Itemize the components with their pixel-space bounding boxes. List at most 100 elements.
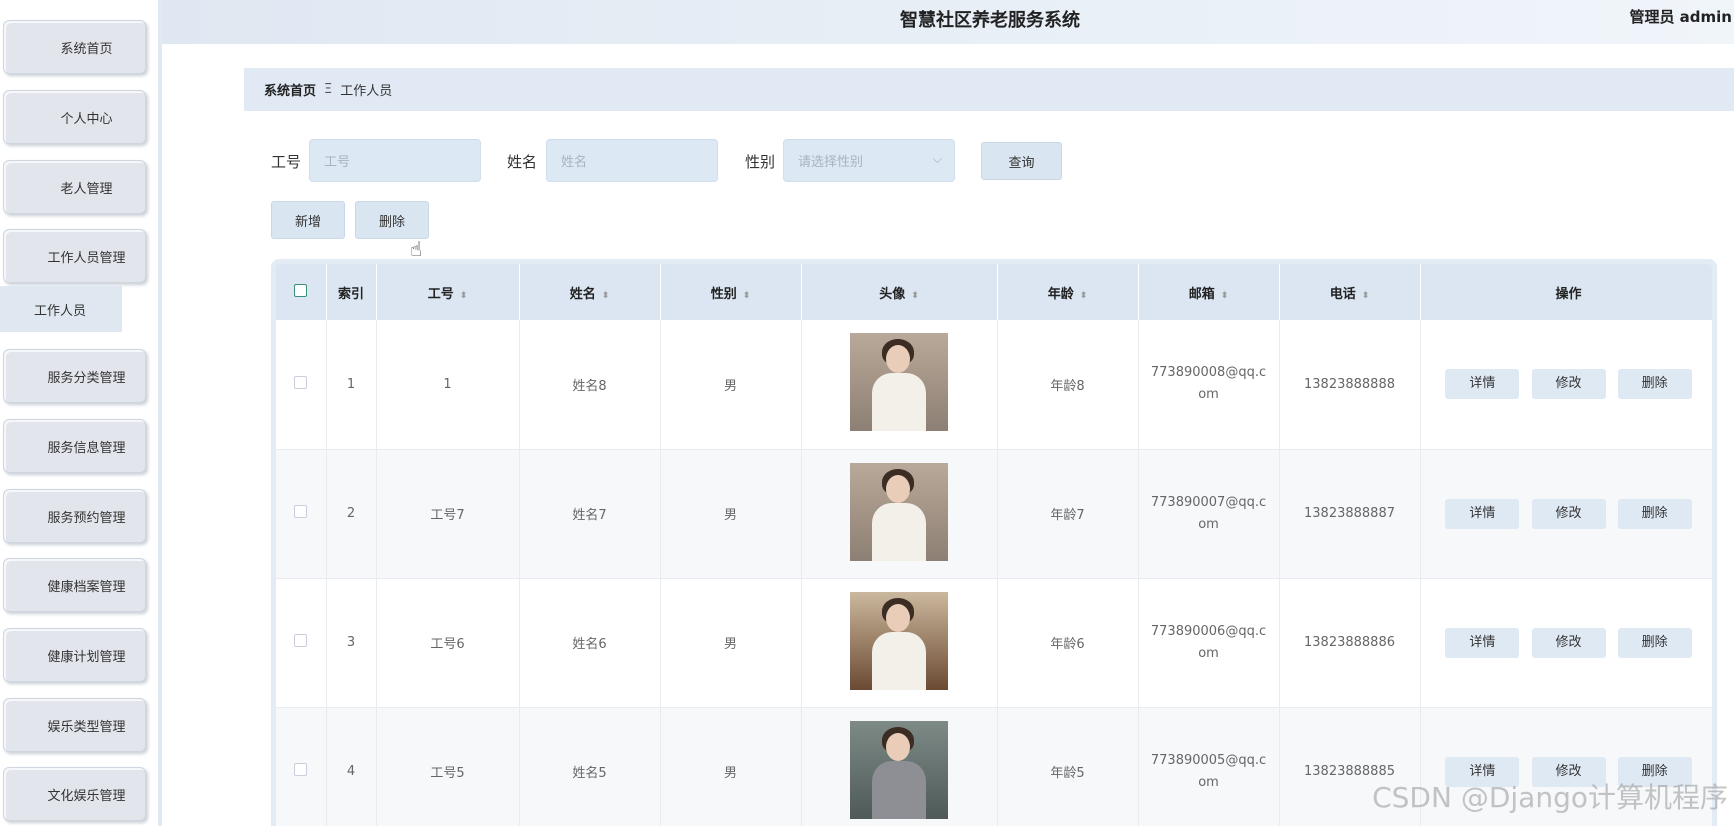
row-delete-button[interactable]: 删除: [1617, 627, 1692, 658]
row-delete-button[interactable]: 删除: [1617, 369, 1692, 400]
cell-email: 773890008@qq.com: [1150, 365, 1267, 403]
cell-age: 年龄8: [997, 320, 1139, 450]
row-checkbox[interactable]: [294, 505, 308, 518]
sidebar-item-home[interactable]: 系统首页: [3, 20, 146, 74]
sort-icon[interactable]: ⬍: [1080, 291, 1088, 301]
table-row: 2 工号7 姓名7 男 年龄7 773890007@qq.com 1382388…: [276, 449, 1712, 579]
delete-button[interactable]: 删除: [355, 201, 429, 239]
column-header-email[interactable]: 邮箱 ⬍: [1138, 264, 1280, 320]
cell-index: 3: [326, 578, 377, 708]
cell-phone: 13823888887: [1279, 449, 1421, 579]
cell-email: 773890006@qq.com: [1150, 623, 1267, 661]
cell-name: 姓名6: [519, 578, 661, 708]
table-row: 1 1 姓名8 男 年龄8 773890008@qq.com 138238888…: [276, 320, 1712, 450]
edit-button[interactable]: 修改: [1531, 498, 1606, 529]
sidebar-item-service-booking[interactable]: 服务预约管理: [3, 489, 146, 543]
name-search-placeholder: 姓名: [561, 155, 588, 170]
id-label: 工号: [271, 153, 302, 171]
table-row: 3 工号6 姓名6 男 年龄6 773890006@qq.com 1382388…: [276, 578, 1712, 708]
sidebar-item-personal-center[interactable]: 个人中心: [3, 90, 146, 144]
cell-gender: 男: [660, 707, 802, 826]
name-label: 姓名: [507, 153, 538, 171]
cell-gender: 男: [660, 320, 802, 450]
select-all-checkbox[interactable]: [294, 283, 308, 297]
column-header-index: 索引: [326, 264, 377, 320]
avatar[interactable]: [850, 591, 948, 690]
column-header-avatar[interactable]: 头像 ⬍: [801, 264, 998, 320]
avatar[interactable]: [850, 333, 948, 432]
breadcrumb-separator-icon: Ξ: [324, 82, 333, 97]
cell-phone: 13823888888: [1279, 320, 1421, 450]
staff-table: 索引 工号 ⬍ 姓名 ⬍ 性别 ⬍ 头像 ⬍ 年龄 ⬍ 邮箱 ⬍ 电话 ⬍ 操作 1 1 姓名…: [271, 259, 1717, 826]
column-header-age[interactable]: 年龄 ⬍: [997, 264, 1139, 320]
detail-button[interactable]: 详情: [1445, 498, 1520, 529]
cell-index: 4: [326, 707, 377, 826]
avatar[interactable]: [850, 462, 948, 561]
chevron-down-icon: ⌵: [932, 152, 942, 166]
avatar[interactable]: [850, 720, 948, 819]
sidebar-item-entertainment-type[interactable]: 娱乐类型管理: [3, 698, 146, 752]
column-header-gender[interactable]: 性别 ⬍: [660, 264, 802, 320]
watermark: CSDN @Django计算机程序: [1372, 781, 1728, 814]
detail-button[interactable]: 详情: [1445, 369, 1520, 400]
gender-select-placeholder: 请选择性别: [798, 155, 864, 170]
gender-select[interactable]: 请选择性别 ⌵: [783, 139, 955, 182]
cell-id: 工号7: [376, 449, 520, 579]
cell-index: 1: [326, 320, 377, 450]
sort-icon[interactable]: ⬍: [602, 291, 610, 301]
cell-name: 姓名5: [519, 707, 661, 826]
column-header-name[interactable]: 姓名 ⬍: [519, 264, 661, 320]
add-button[interactable]: 新增: [271, 201, 345, 239]
row-checkbox[interactable]: [294, 634, 308, 647]
select-all-cell: [276, 264, 327, 320]
column-header-actions: 操作: [1420, 264, 1712, 320]
breadcrumb: 系统首页 Ξ 工作人员: [244, 68, 1734, 111]
column-header-phone[interactable]: 电话 ⬍: [1279, 264, 1421, 320]
cell-age: 年龄7: [997, 449, 1139, 579]
cell-id: 工号5: [376, 707, 520, 826]
row-delete-button[interactable]: 删除: [1617, 498, 1692, 529]
id-search-placeholder: 工号: [324, 155, 351, 170]
sidebar-item-health-records[interactable]: 健康档案管理: [3, 558, 146, 612]
column-header-id[interactable]: 工号 ⬍: [376, 264, 520, 320]
id-search-input[interactable]: 工号: [309, 139, 481, 182]
sidebar-subitem-staff[interactable]: 工作人员: [0, 286, 122, 332]
cell-name: 姓名7: [519, 449, 661, 579]
cell-gender: 男: [660, 449, 802, 579]
row-checkbox[interactable]: [294, 763, 308, 776]
edit-button[interactable]: 修改: [1531, 369, 1606, 400]
breadcrumb-home[interactable]: 系统首页: [264, 80, 316, 99]
cell-name: 姓名8: [519, 320, 661, 450]
row-checkbox[interactable]: [294, 375, 308, 389]
top-header: 智慧社区养老服务系统 管理员 admin: [162, 0, 1734, 44]
sidebar-item-health-plan[interactable]: 健康计划管理: [3, 628, 146, 682]
cell-id: 工号6: [376, 578, 520, 708]
name-search-input[interactable]: 姓名: [546, 139, 718, 182]
cell-phone: 13823888886: [1279, 578, 1421, 708]
sort-icon[interactable]: ⬍: [460, 291, 468, 301]
cell-index: 2: [326, 449, 377, 579]
sidebar-item-staff[interactable]: 工作人员管理: [3, 229, 146, 283]
sort-icon[interactable]: ⬍: [911, 291, 919, 301]
sidebar-item-elderly[interactable]: 老人管理: [3, 160, 146, 214]
user-label[interactable]: 管理员 admin: [1629, 6, 1732, 27]
cell-age: 年龄6: [997, 578, 1139, 708]
cell-gender: 男: [660, 578, 802, 708]
gender-label: 性别: [745, 153, 776, 171]
breadcrumb-current: 工作人员: [340, 84, 393, 99]
sort-icon[interactable]: ⬍: [743, 291, 751, 301]
sidebar-item-service-category[interactable]: 服务分类管理: [3, 349, 146, 403]
hand-cursor-icon: ☝: [410, 237, 423, 261]
query-button[interactable]: 查询: [981, 142, 1062, 180]
sort-icon[interactable]: ⬍: [1362, 291, 1370, 301]
sort-icon[interactable]: ⬍: [1221, 291, 1229, 301]
cell-email: 773890005@qq.com: [1150, 752, 1267, 790]
edit-button[interactable]: 修改: [1531, 627, 1606, 658]
sidebar: 系统首页 个人中心 老人管理 工作人员管理 工作人员 服务分类管理 服务信息管理…: [0, 0, 162, 826]
sidebar-item-service-info[interactable]: 服务信息管理: [3, 419, 146, 473]
detail-button[interactable]: 详情: [1445, 627, 1520, 658]
cell-email: 773890007@qq.com: [1150, 494, 1267, 532]
cell-age: 年龄5: [997, 707, 1139, 826]
sidebar-item-culture-entertainment[interactable]: 文化娱乐管理: [3, 767, 146, 821]
app-title: 智慧社区养老服务系统: [900, 10, 1080, 31]
